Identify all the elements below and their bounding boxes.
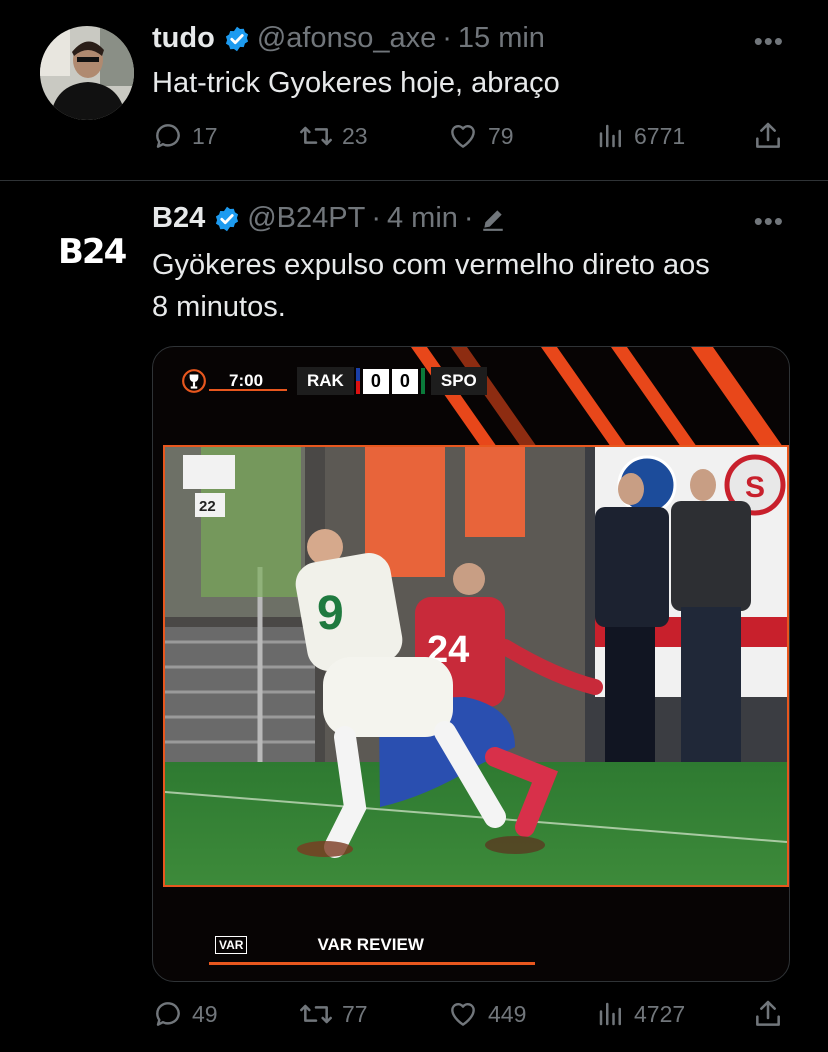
like-button[interactable]: 449 — [446, 998, 526, 1030]
tweet-1[interactable]: tudo @afonso_axe · 15 min ••• Hat-trick … — [0, 0, 828, 180]
view-count: 6771 — [634, 122, 686, 149]
timestamp[interactable]: 15 min — [458, 22, 545, 55]
reply-button[interactable]: 49 — [152, 998, 218, 1030]
home-score: 0 — [362, 368, 389, 394]
var-review-label: VAR REVIEW — [317, 935, 424, 954]
author-name[interactable]: B24 — [152, 202, 205, 235]
player-white-number: 9 — [317, 587, 344, 640]
repost-count: 23 — [342, 122, 368, 149]
clock-underline — [209, 389, 287, 391]
verified-badge-icon — [223, 25, 251, 53]
like-button[interactable]: 79 — [446, 120, 514, 152]
europa-league-logo-icon — [181, 368, 207, 394]
var-review-bar: VAR VAR REVIEW — [215, 935, 424, 955]
video-media[interactable]: 7:00 RAK 0 0 SPO S 22 24 9 VAR VAR REVIE… — [152, 346, 790, 982]
var-badge: VAR — [215, 936, 248, 954]
share-icon — [756, 1000, 780, 1026]
tweet-actions: 49 77 449 4727 — [152, 998, 788, 1034]
dot-separator: · — [442, 22, 452, 54]
repost-button[interactable]: 77 — [298, 998, 368, 1030]
repost-count: 77 — [342, 1000, 368, 1027]
match-scene: S 22 24 9 — [165, 447, 787, 885]
like-count: 79 — [488, 122, 514, 149]
reply-icon — [156, 124, 180, 148]
b24-logo[interactable]: B24 — [58, 232, 127, 272]
tweet-header: B24 @B24PT · 4 min · — [152, 202, 506, 235]
more-options-icon[interactable]: ••• — [754, 206, 784, 237]
share-button[interactable] — [752, 120, 784, 152]
views-button[interactable]: 6771 — [596, 120, 685, 152]
view-count: 4727 — [634, 1000, 686, 1027]
home-team-color — [355, 368, 360, 394]
author-handle[interactable]: @afonso_axe — [257, 22, 436, 55]
video-frame: S 22 24 9 — [163, 445, 789, 887]
avatar[interactable] — [40, 26, 134, 120]
views-chart-icon — [599, 1002, 621, 1026]
verified-badge-icon — [213, 205, 241, 233]
tweet-header: tudo @afonso_axe · 15 min — [152, 22, 545, 55]
repost-icon — [300, 1004, 332, 1024]
more-options-icon[interactable]: ••• — [754, 26, 784, 57]
like-count: 449 — [488, 1000, 527, 1027]
dot-separator: · — [371, 202, 381, 234]
away-team: SPO — [430, 367, 487, 395]
reply-icon — [156, 1002, 180, 1026]
timestamp[interactable]: 4 min — [387, 202, 458, 235]
tweet-text: Gyökeres expulso com vermelho direto aos… — [152, 249, 710, 323]
tweet-text: Hat-trick Gyokeres hoje, abraço — [152, 67, 560, 99]
edited-pencil-icon[interactable] — [480, 206, 506, 232]
heart-icon — [451, 1002, 475, 1026]
share-icon — [756, 122, 780, 148]
svg-text:S: S — [745, 471, 765, 504]
match-clock: 7:00 — [229, 371, 264, 390]
home-team: RAK — [297, 367, 354, 395]
share-button[interactable] — [752, 998, 784, 1030]
author-handle[interactable]: @B24PT — [247, 202, 365, 235]
reply-count: 17 — [192, 122, 218, 149]
dot-separator: · — [463, 202, 474, 234]
repost-icon — [300, 126, 332, 146]
author-name[interactable]: tudo — [152, 22, 215, 55]
tweet-2[interactable]: B24 B24 @B24PT · 4 min · ••• Gyökeres ex… — [0, 182, 828, 1052]
sign-number: 22 — [199, 498, 216, 515]
away-team-color — [420, 368, 425, 394]
repost-button[interactable]: 23 — [298, 120, 368, 152]
tweet-actions: 17 23 79 6771 — [152, 120, 788, 156]
heart-icon — [451, 124, 475, 148]
reply-count: 49 — [192, 1000, 218, 1027]
tweet-divider — [0, 180, 828, 181]
reply-button[interactable]: 17 — [152, 120, 218, 152]
away-score: 0 — [391, 368, 418, 394]
var-underline — [209, 962, 535, 965]
views-chart-icon — [599, 124, 621, 148]
views-button[interactable]: 4727 — [596, 998, 685, 1030]
